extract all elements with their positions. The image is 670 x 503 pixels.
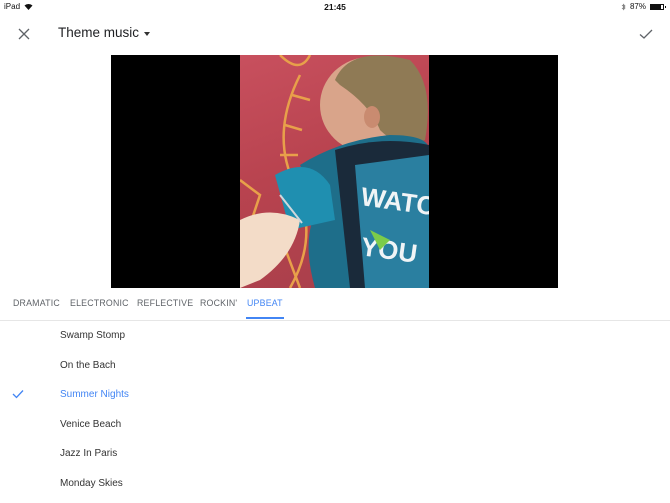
tab-reflective[interactable]: REFLECTIVE [137,298,193,317]
track-label: Swamp Stomp [60,330,126,341]
battery-percent: 87% [629,2,646,11]
close-button[interactable] [14,24,34,44]
track-label: On the Bach [60,359,116,371]
track-item[interactable]: On the Bach [0,350,670,380]
photo-illustration: WATC YOU [240,55,429,288]
preview-photo: WATC YOU [240,55,429,288]
battery-fill [651,4,662,9]
track-item[interactable]: Venice Beach [0,409,670,439]
close-icon [18,28,30,40]
track-list: Swamp Stomp On the Bach Summer Nights Ve… [0,320,670,497]
toolbar: Theme music [0,18,670,50]
tab-upbeat[interactable]: UPBEAT [246,298,284,319]
tab-rockin[interactable]: ROCKIN' [200,298,237,317]
confirm-button[interactable] [636,24,656,44]
track-label: Summer Nights [60,389,129,400]
clock: 21:45 [324,2,346,12]
check-icon [639,29,653,39]
video-preview[interactable]: WATC YOU [111,55,558,288]
bluetooth-icon [621,3,626,10]
track-item[interactable]: Swamp Stomp [0,320,670,350]
category-tabs: DRAMATIC ELECTRONIC REFLECTIVE ROCKIN' U… [0,292,670,321]
track-item[interactable]: Monday Skies [0,468,670,498]
track-label: Jazz In Paris [60,448,118,459]
track-item-selected[interactable]: Summer Nights [0,379,670,409]
tab-electronic[interactable]: ELECTRONIC [70,298,129,317]
track-label: Monday Skies [60,477,123,489]
tab-dramatic[interactable]: DRAMATIC [13,298,60,317]
caret-down-icon [144,31,151,36]
track-label: Venice Beach [60,418,122,430]
track-item[interactable]: Jazz In Paris [0,438,670,468]
selected-check-icon [12,390,24,399]
theme-music-dropdown[interactable]: Theme music [58,25,151,40]
status-bar: iPad 21:45 87% [0,0,670,14]
battery-icon [650,3,666,10]
page-title: Theme music [58,25,140,40]
